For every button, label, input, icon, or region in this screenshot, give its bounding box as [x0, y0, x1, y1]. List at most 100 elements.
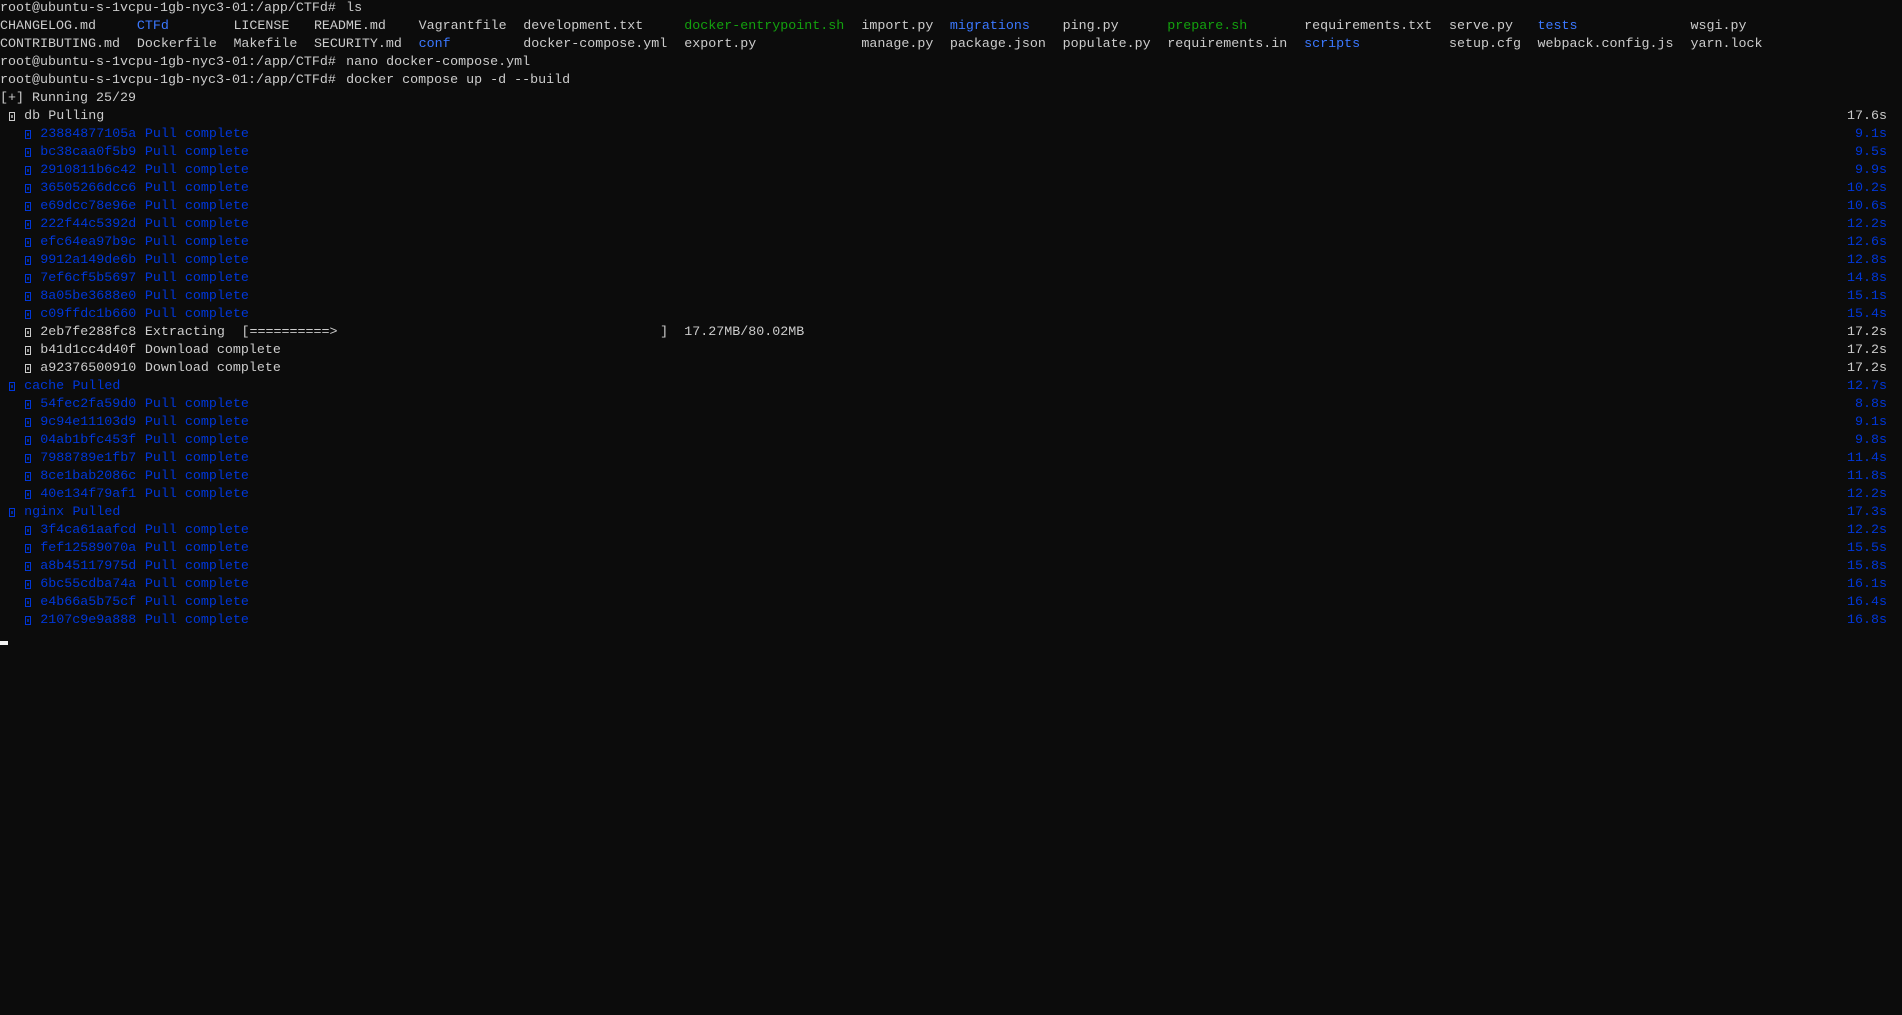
- elapsed-time: 9.8s: [1855, 433, 1887, 448]
- layer-id: 9c94e11103d9: [40, 415, 137, 430]
- elapsed-time: 17.3s: [1847, 505, 1887, 520]
- elapsed-time: 12.2s: [1847, 217, 1887, 232]
- layer-status: Pull complete: [144, 433, 249, 448]
- elapsed-time: 17.2s: [1847, 325, 1887, 340]
- service-cache: cache Pulled 12.7s: [0, 378, 1902, 396]
- ls-entry-file: yarn.lock: [1690, 37, 1763, 52]
- elapsed-time: 15.4s: [1847, 307, 1887, 322]
- layer-id: efc64ea97b9c: [40, 235, 137, 250]
- layer-row: 04ab1bfc453f Pull complete 9.8s: [0, 432, 1902, 450]
- ls-entry-dir: tests: [1537, 19, 1578, 34]
- ls-entry-dir: CTFd: [136, 19, 169, 34]
- ls-entry-file: Vagrantfile: [418, 19, 507, 34]
- elapsed-time: 9.9s: [1855, 163, 1887, 178]
- layer-id: 7ef6cf5b5697: [40, 271, 137, 286]
- layer-row: 23884877105a Pull complete 9.1s: [0, 126, 1902, 144]
- ls-output-row: CONTRIBUTING.md Dockerfile Makefile SECURIT…: [0, 36, 1902, 54]
- layer-row: b41d1cc4d40f Download complete 17.2s: [0, 342, 1902, 360]
- service-name: nginx: [24, 505, 65, 520]
- layer-row: 222f44c5392d Pull complete 12.2s: [0, 216, 1902, 234]
- spinner-glyph-icon: [25, 328, 32, 337]
- layer-id: 3f4ca61aafcd: [40, 523, 137, 538]
- layer-id: a8b45117975d: [40, 559, 137, 574]
- layer-row: bc38caa0f5b9 Pull complete 9.5s: [0, 144, 1902, 162]
- layer-id: 9912a149de6b: [40, 253, 137, 268]
- service-name: cache: [24, 379, 65, 394]
- layer-id: bc38caa0f5b9: [40, 145, 137, 160]
- elapsed-time: 8.8s: [1855, 397, 1887, 412]
- layer-id: 6bc55cdba74a: [40, 577, 137, 592]
- service-state: Pulled: [72, 505, 121, 520]
- ls-entry-file: Dockerfile: [136, 37, 217, 52]
- ls-entry-exec: docker-entrypoint.sh: [684, 19, 845, 34]
- elapsed-time: 11.4s: [1847, 451, 1887, 466]
- layer-row: 3f4ca61aafcd Pull complete 12.2s: [0, 522, 1902, 540]
- layer-row: 7988789e1fb7 Pull complete 11.4s: [0, 450, 1902, 468]
- command-line: root@ubuntu-s-1vcpu-1gb-nyc3-01:/app/CTF…: [0, 0, 1902, 18]
- layer-id: 36505266dcc6: [40, 181, 137, 196]
- elapsed-time: 9.1s: [1855, 415, 1887, 430]
- layer-id: 40e134f79af1: [40, 487, 137, 502]
- layer-id: a92376500910: [40, 361, 137, 376]
- spinner-glyph-icon: [25, 580, 32, 589]
- spinner-glyph-icon: [25, 184, 32, 193]
- layer-id: e4b66a5b75cf: [40, 595, 137, 610]
- layer-status: Pull complete: [144, 307, 249, 322]
- service-nginx: nginx Pulled 17.3s: [0, 504, 1902, 522]
- elapsed-time: 15.1s: [1847, 289, 1887, 304]
- ls-entry-file: requirements.txt: [1304, 19, 1433, 34]
- spinner-glyph-icon: [25, 400, 32, 409]
- layer-row: 2eb7fe288fc8 Extracting [==========>] 17.27…: [0, 324, 1902, 342]
- elapsed-time: 12.2s: [1847, 487, 1887, 502]
- ls-entry-file: CONTRIBUTING.md: [0, 37, 120, 52]
- layer-row: 7ef6cf5b5697 Pull complete 14.8s: [0, 270, 1902, 288]
- layer-status: Download complete: [144, 343, 281, 358]
- layer-id: b41d1cc4d40f: [40, 343, 137, 358]
- ls-entry-file: serve.py: [1449, 19, 1513, 34]
- shell-prompt: root@ubuntu-s-1vcpu-1gb-nyc3-01:/app/CTF…: [0, 1, 336, 16]
- layer-row: 40e134f79af1 Pull complete 12.2s: [0, 486, 1902, 504]
- layer-status: Pull complete: [144, 271, 249, 286]
- running-status: [+] Running 25/29: [0, 91, 136, 106]
- spinner-glyph-icon: [25, 436, 32, 445]
- layer-status: Pull complete: [144, 145, 249, 160]
- layer-row: e4b66a5b75cf Pull complete 16.4s: [0, 594, 1902, 612]
- spinner-glyph-icon: [25, 364, 32, 373]
- service-name: db: [24, 109, 41, 124]
- ls-entry-file: export.py: [684, 37, 757, 52]
- elapsed-time: 9.1s: [1855, 127, 1887, 142]
- layer-id: 7988789e1fb7: [40, 451, 137, 466]
- layer-status: Extracting: [144, 325, 225, 340]
- spinner-glyph-icon: [25, 544, 32, 553]
- spinner-glyph-icon: [9, 382, 16, 391]
- spinner-glyph-icon: [25, 310, 32, 319]
- elapsed-time: 16.1s: [1847, 577, 1887, 592]
- ls-entry-file: docker-compose.yml: [523, 37, 668, 52]
- layer-row: 2107c9e9a888 Pull complete 16.8s: [0, 612, 1902, 630]
- ls-entry-file: setup.cfg: [1449, 37, 1521, 52]
- text-cursor: [0, 641, 8, 645]
- layer-id: 54fec2fa59d0: [40, 397, 137, 412]
- command-line: root@ubuntu-s-1vcpu-1gb-nyc3-01:/app/CTF…: [0, 54, 1902, 72]
- elapsed-time: 10.6s: [1847, 199, 1887, 214]
- layer-row: 2910811b6c42 Pull complete 9.9s: [0, 162, 1902, 180]
- layer-row: e69dcc78e96e Pull complete 10.6s: [0, 198, 1902, 216]
- elapsed-time: 12.8s: [1847, 253, 1887, 268]
- ls-entry-file: README.md: [313, 19, 386, 34]
- layer-id: 2910811b6c42: [40, 163, 137, 178]
- elapsed-time: 12.7s: [1847, 379, 1887, 394]
- elapsed-time: 10.2s: [1847, 181, 1887, 196]
- elapsed-time: 12.2s: [1847, 523, 1887, 538]
- ls-entry-file: wsgi.py: [1690, 19, 1747, 34]
- layer-row: c09ffdc1b660 Pull complete 15.4s: [0, 306, 1902, 324]
- layer-id: 8a05be3688e0: [40, 289, 137, 304]
- progress-amount: 17.27MB/80.02MB: [684, 325, 805, 340]
- spinner-glyph-icon: [25, 274, 32, 283]
- spinner-glyph-icon: [25, 202, 32, 211]
- ls-entry-file: Makefile: [233, 37, 298, 52]
- elapsed-time: 11.8s: [1847, 469, 1887, 484]
- ls-entry-file: ping.py: [1062, 19, 1119, 34]
- layer-id: e69dcc78e96e: [40, 199, 137, 214]
- layer-status: Pull complete: [144, 451, 249, 466]
- terminal-window[interactable]: root@ubuntu-s-1vcpu-1gb-nyc3-01:/app/CTF…: [0, 0, 1902, 1015]
